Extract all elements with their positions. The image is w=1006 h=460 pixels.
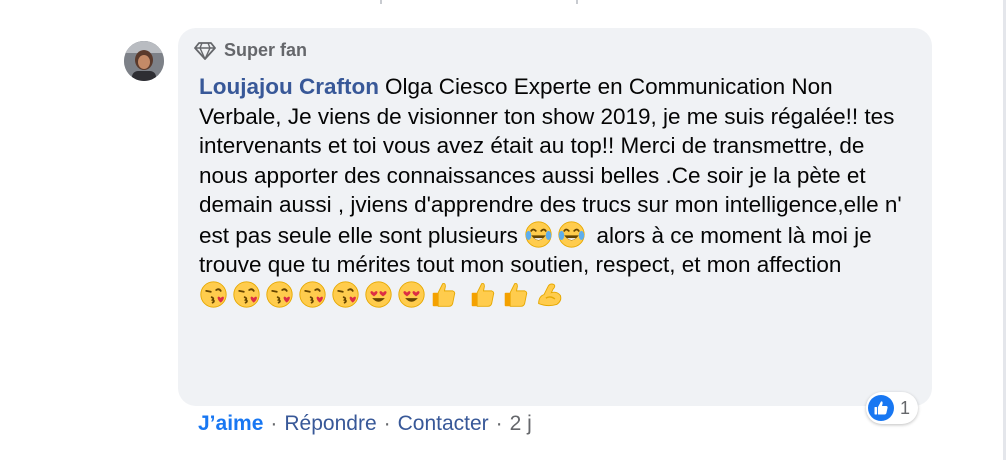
- face-blowing-a-kiss-icon: [298, 280, 327, 309]
- face-blowing-a-kiss-icon: [232, 280, 261, 309]
- face-with-tears-of-joy-icon: [524, 220, 553, 249]
- thumbs-up-icon: [430, 280, 459, 309]
- reaction-summary[interactable]: 1: [866, 392, 919, 424]
- comment-author[interactable]: Loujajou Crafton: [199, 74, 379, 99]
- separator: ·: [383, 412, 391, 435]
- diamond-icon: [194, 41, 216, 60]
- comment-actions: J’aime · Répondre · Contacter · 2 j: [198, 412, 532, 436]
- previous-comment-mark: [576, 0, 578, 4]
- reply-button[interactable]: Répondre: [284, 412, 376, 436]
- like-button[interactable]: J’aime: [198, 412, 263, 436]
- smiling-face-with-heart-eyes-icon: [397, 280, 426, 309]
- thumbs-up-icon: [469, 280, 498, 309]
- reaction-count: 1: [900, 397, 911, 418]
- previous-comment-edge: [0, 0, 1006, 6]
- comment-bubble: Super fan Loujajou Crafton Olga Ciesco Ex…: [178, 28, 932, 406]
- badge-label: Super fan: [224, 40, 308, 60]
- face-blowing-a-kiss-icon: [265, 280, 294, 309]
- separator: ·: [270, 412, 278, 435]
- face-blowing-a-kiss-icon: [199, 280, 228, 309]
- thumbs-up-icon: [502, 280, 531, 309]
- face-with-tears-of-joy-icon: [557, 220, 586, 249]
- face-blowing-a-kiss-icon: [331, 280, 360, 309]
- comment-timestamp[interactable]: 2 j: [510, 412, 532, 436]
- separator: ·: [495, 412, 503, 435]
- trailing-emoji: [199, 280, 463, 309]
- previous-comment-mark: [380, 0, 382, 4]
- smiling-face-with-heart-eyes-icon: [364, 280, 393, 309]
- super-fan-badge[interactable]: Super fan: [194, 40, 307, 61]
- like-icon: [868, 395, 894, 421]
- flexed-biceps-icon: [535, 280, 564, 309]
- comment-body: Loujajou Crafton Olga Ciesco Experte en C…: [199, 72, 919, 310]
- avatar[interactable]: [124, 41, 164, 81]
- contact-button[interactable]: Contacter: [398, 412, 489, 436]
